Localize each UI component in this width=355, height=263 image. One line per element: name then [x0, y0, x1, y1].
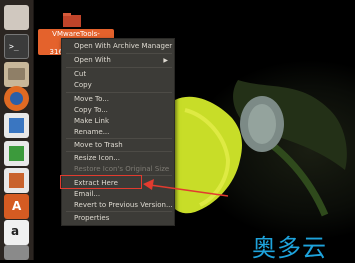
menu-item-restore-icon-size: Restore Icon's Original Size	[74, 165, 170, 173]
archive-file-icon[interactable]	[62, 12, 82, 28]
software-center-icon[interactable]: A	[4, 194, 29, 219]
extract-here-highlight	[60, 175, 142, 189]
menu-item-move-to[interactable]: Move To...	[74, 95, 109, 104]
unity-launcher: >_ A a	[0, 0, 34, 260]
menu-item-email[interactable]: Email...	[74, 190, 100, 199]
menu-item-rename[interactable]: Rename...	[74, 128, 109, 137]
menu-item-open-with-label: Open With	[74, 56, 111, 64]
wallpaper-bulb-highlight	[248, 104, 276, 144]
menu-separator	[66, 53, 172, 54]
menu-separator	[66, 67, 172, 68]
impress-icon[interactable]	[4, 168, 29, 193]
calc-icon[interactable]	[4, 141, 29, 166]
menu-item-copy[interactable]: Copy	[74, 81, 92, 90]
settings-icon[interactable]	[4, 245, 29, 260]
menu-separator	[66, 211, 172, 212]
annotation-arrow-icon	[143, 179, 229, 197]
menu-separator	[66, 92, 172, 93]
menu-separator	[66, 151, 172, 152]
terminal-icon[interactable]: >_	[4, 34, 29, 59]
firefox-icon[interactable]	[4, 86, 29, 111]
watermark-logo: 奥多云	[252, 234, 327, 262]
menu-item-move-to-trash[interactable]: Move to Trash	[74, 141, 123, 150]
submenu-arrow-icon: ▶	[163, 57, 168, 64]
menu-item-open-with-archive-manager[interactable]: Open With Archive Manager	[74, 42, 172, 51]
menu-item-open-with[interactable]: Open With ▶	[74, 56, 172, 65]
menu-item-properties[interactable]: Properties	[74, 214, 109, 223]
dash-button[interactable]	[4, 5, 29, 30]
menu-separator	[66, 138, 172, 139]
menu-item-copy-to[interactable]: Copy To...	[74, 106, 108, 115]
writer-icon[interactable]	[4, 113, 29, 138]
menu-item-cut[interactable]: Cut	[74, 70, 86, 79]
amazon-icon[interactable]: a	[4, 220, 29, 245]
menu-item-resize-icon[interactable]: Resize Icon...	[74, 154, 120, 163]
files-icon[interactable]	[4, 62, 29, 87]
menu-item-make-link[interactable]: Make Link	[74, 117, 109, 126]
